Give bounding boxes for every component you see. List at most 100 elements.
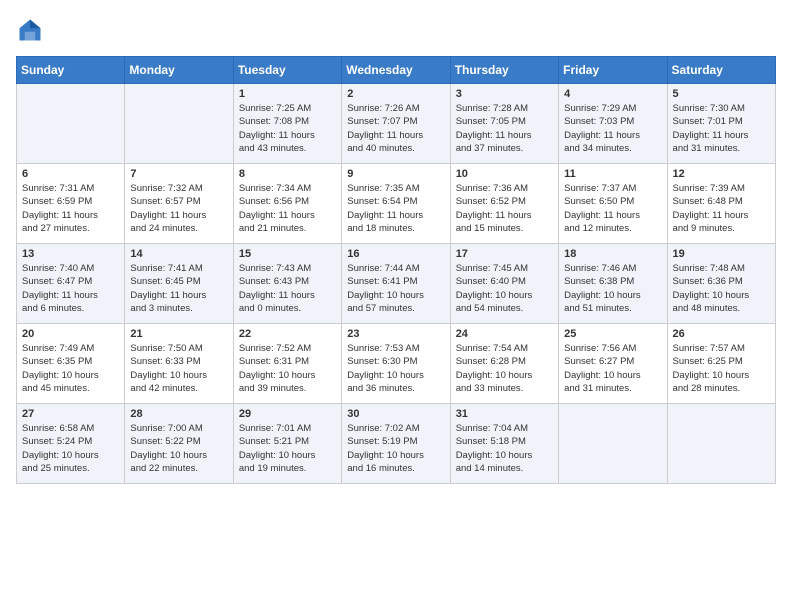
day-number: 11 <box>564 168 661 180</box>
day-number: 3 <box>456 88 553 100</box>
day-number: 18 <box>564 248 661 260</box>
day-info: Sunrise: 7:31 AM Sunset: 6:59 PM Dayligh… <box>22 182 119 235</box>
day-number: 20 <box>22 328 119 340</box>
day-number: 7 <box>130 168 227 180</box>
day-info: Sunrise: 7:50 AM Sunset: 6:33 PM Dayligh… <box>130 342 227 395</box>
calendar-week-row: 20Sunrise: 7:49 AM Sunset: 6:35 PM Dayli… <box>17 324 776 404</box>
calendar-cell: 8 Sunrise: 7:34 AM Sunset: 6:56 PM Daylig… <box>233 164 341 244</box>
day-info: Sunrise: 7:39 AM Sunset: 6:48 PM Dayligh… <box>673 182 770 235</box>
day-number: 15 <box>239 248 336 260</box>
calendar-cell: 14 Sunrise: 7:41 AM Sunset: 6:45 PM Dayli… <box>125 244 233 324</box>
day-info: Sunrise: 7:29 AM Sunset: 7:03 PM Dayligh… <box>564 102 661 155</box>
day-number: 2 <box>347 88 444 100</box>
calendar-cell: 24Sunrise: 7:54 AM Sunset: 6:28 PM Dayli… <box>450 324 558 404</box>
day-number: 22 <box>239 328 336 340</box>
calendar-cell: 20Sunrise: 7:49 AM Sunset: 6:35 PM Dayli… <box>17 324 125 404</box>
day-info: Sunrise: 6:58 AM Sunset: 5:24 PM Dayligh… <box>22 422 119 475</box>
day-number: 6 <box>22 168 119 180</box>
day-info: Sunrise: 7:57 AM Sunset: 6:25 PM Dayligh… <box>673 342 770 395</box>
calendar-cell: 10 Sunrise: 7:36 AM Sunset: 6:52 PM Dayli… <box>450 164 558 244</box>
calendar-cell: 17 Sunrise: 7:45 AM Sunset: 6:40 PM Dayli… <box>450 244 558 324</box>
day-number: 1 <box>239 88 336 100</box>
day-info: Sunrise: 7:30 AM Sunset: 7:01 PM Dayligh… <box>673 102 770 155</box>
calendar-cell: 9Sunrise: 7:35 AM Sunset: 6:54 PM Daylig… <box>342 164 450 244</box>
calendar-cell: 19Sunrise: 7:48 AM Sunset: 6:36 PM Dayli… <box>667 244 775 324</box>
day-info: Sunrise: 7:28 AM Sunset: 7:05 PM Dayligh… <box>456 102 553 155</box>
weekday-header: Thursday <box>450 57 558 84</box>
day-number: 10 <box>456 168 553 180</box>
calendar-cell: 25 Sunrise: 7:56 AM Sunset: 6:27 PM Dayli… <box>559 324 667 404</box>
calendar-cell: 12 Sunrise: 7:39 AM Sunset: 6:48 PM Dayli… <box>667 164 775 244</box>
day-number: 14 <box>130 248 227 260</box>
calendar-cell <box>559 404 667 484</box>
day-number: 13 <box>22 248 119 260</box>
day-info: Sunrise: 7:44 AM Sunset: 6:41 PM Dayligh… <box>347 262 444 315</box>
day-info: Sunrise: 7:26 AM Sunset: 7:07 PM Dayligh… <box>347 102 444 155</box>
day-number: 4 <box>564 88 661 100</box>
day-number: 26 <box>673 328 770 340</box>
calendar-week-row: 27 Sunrise: 6:58 AM Sunset: 5:24 PM Dayli… <box>17 404 776 484</box>
day-info: Sunrise: 7:32 AM Sunset: 6:57 PM Dayligh… <box>130 182 227 235</box>
calendar-cell: 26 Sunrise: 7:57 AM Sunset: 6:25 PM Dayli… <box>667 324 775 404</box>
day-number: 27 <box>22 408 119 420</box>
day-number: 19 <box>673 248 770 260</box>
day-number: 31 <box>456 408 553 420</box>
calendar-week-row: 1 Sunrise: 7:25 AM Sunset: 7:08 PM Daylig… <box>17 84 776 164</box>
day-info: Sunrise: 7:56 AM Sunset: 6:27 PM Dayligh… <box>564 342 661 395</box>
day-number: 5 <box>673 88 770 100</box>
calendar-cell: 27 Sunrise: 6:58 AM Sunset: 5:24 PM Dayli… <box>17 404 125 484</box>
calendar-cell: 2 Sunrise: 7:26 AM Sunset: 7:07 PM Daylig… <box>342 84 450 164</box>
calendar-cell: 5 Sunrise: 7:30 AM Sunset: 7:01 PM Daylig… <box>667 84 775 164</box>
calendar-cell: 22 Sunrise: 7:52 AM Sunset: 6:31 PM Dayli… <box>233 324 341 404</box>
day-info: Sunrise: 7:02 AM Sunset: 5:19 PM Dayligh… <box>347 422 444 475</box>
day-info: Sunrise: 7:25 AM Sunset: 7:08 PM Dayligh… <box>239 102 336 155</box>
day-info: Sunrise: 7:37 AM Sunset: 6:50 PM Dayligh… <box>564 182 661 235</box>
calendar-cell: 28Sunrise: 7:00 AM Sunset: 5:22 PM Dayli… <box>125 404 233 484</box>
calendar-cell: 31 Sunrise: 7:04 AM Sunset: 5:18 PM Dayli… <box>450 404 558 484</box>
calendar-cell: 15 Sunrise: 7:43 AM Sunset: 6:43 PM Dayli… <box>233 244 341 324</box>
day-info: Sunrise: 7:01 AM Sunset: 5:21 PM Dayligh… <box>239 422 336 475</box>
weekday-header: Friday <box>559 57 667 84</box>
calendar-cell: 11 Sunrise: 7:37 AM Sunset: 6:50 PM Dayli… <box>559 164 667 244</box>
weekday-header: Monday <box>125 57 233 84</box>
day-info: Sunrise: 7:54 AM Sunset: 6:28 PM Dayligh… <box>456 342 553 395</box>
day-info: Sunrise: 7:41 AM Sunset: 6:45 PM Dayligh… <box>130 262 227 315</box>
calendar-week-row: 13 Sunrise: 7:40 AM Sunset: 6:47 PM Dayli… <box>17 244 776 324</box>
day-info: Sunrise: 7:40 AM Sunset: 6:47 PM Dayligh… <box>22 262 119 315</box>
day-info: Sunrise: 7:36 AM Sunset: 6:52 PM Dayligh… <box>456 182 553 235</box>
page-header <box>16 16 776 44</box>
day-number: 8 <box>239 168 336 180</box>
calendar-cell: 16 Sunrise: 7:44 AM Sunset: 6:41 PM Dayli… <box>342 244 450 324</box>
day-number: 16 <box>347 248 444 260</box>
calendar-cell: 29 Sunrise: 7:01 AM Sunset: 5:21 PM Dayli… <box>233 404 341 484</box>
weekday-header: Tuesday <box>233 57 341 84</box>
day-number: 23 <box>347 328 444 340</box>
day-info: Sunrise: 7:04 AM Sunset: 5:18 PM Dayligh… <box>456 422 553 475</box>
calendar-header: SundayMondayTuesdayWednesdayThursdayFrid… <box>17 57 776 84</box>
logo <box>16 16 48 44</box>
day-info: Sunrise: 7:45 AM Sunset: 6:40 PM Dayligh… <box>456 262 553 315</box>
calendar-cell: 7 Sunrise: 7:32 AM Sunset: 6:57 PM Daylig… <box>125 164 233 244</box>
calendar-week-row: 6 Sunrise: 7:31 AM Sunset: 6:59 PM Daylig… <box>17 164 776 244</box>
day-info: Sunrise: 7:35 AM Sunset: 6:54 PM Dayligh… <box>347 182 444 235</box>
day-number: 12 <box>673 168 770 180</box>
day-number: 30 <box>347 408 444 420</box>
day-number: 21 <box>130 328 227 340</box>
day-info: Sunrise: 7:00 AM Sunset: 5:22 PM Dayligh… <box>130 422 227 475</box>
day-info: Sunrise: 7:46 AM Sunset: 6:38 PM Dayligh… <box>564 262 661 315</box>
weekday-header: Wednesday <box>342 57 450 84</box>
day-number: 17 <box>456 248 553 260</box>
calendar-cell: 21 Sunrise: 7:50 AM Sunset: 6:33 PM Dayli… <box>125 324 233 404</box>
calendar-cell: 23 Sunrise: 7:53 AM Sunset: 6:30 PM Dayli… <box>342 324 450 404</box>
calendar-cell <box>125 84 233 164</box>
day-number: 29 <box>239 408 336 420</box>
day-number: 25 <box>564 328 661 340</box>
day-info: Sunrise: 7:43 AM Sunset: 6:43 PM Dayligh… <box>239 262 336 315</box>
calendar-cell: 1 Sunrise: 7:25 AM Sunset: 7:08 PM Daylig… <box>233 84 341 164</box>
day-info: Sunrise: 7:52 AM Sunset: 6:31 PM Dayligh… <box>239 342 336 395</box>
logo-icon <box>16 16 44 44</box>
calendar-cell <box>667 404 775 484</box>
day-info: Sunrise: 7:53 AM Sunset: 6:30 PM Dayligh… <box>347 342 444 395</box>
day-info: Sunrise: 7:34 AM Sunset: 6:56 PM Dayligh… <box>239 182 336 235</box>
calendar-cell <box>17 84 125 164</box>
